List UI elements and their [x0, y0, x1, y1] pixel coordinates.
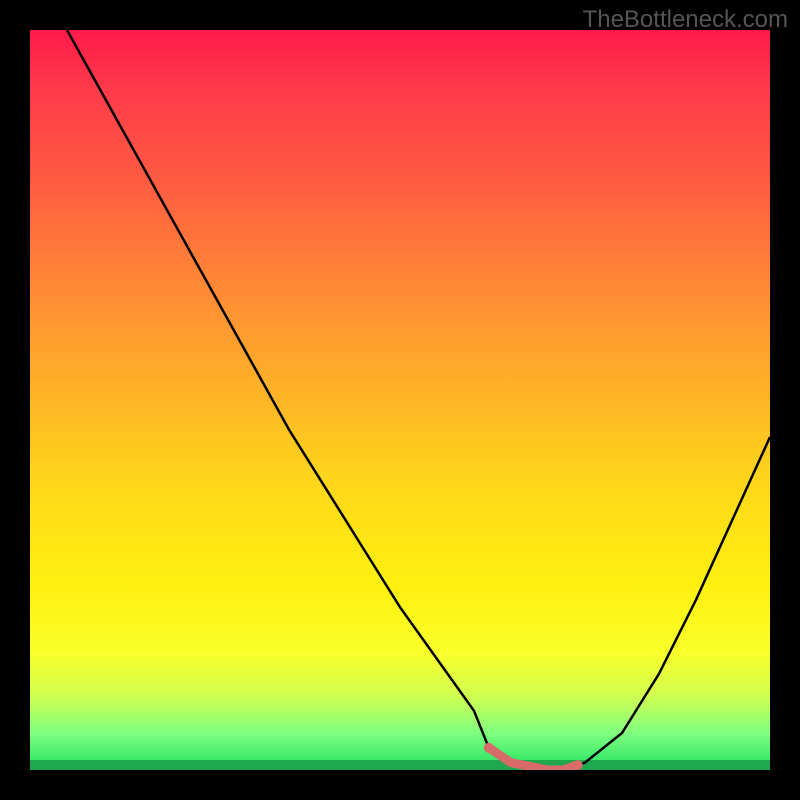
- bottleneck-curve-line: [67, 30, 770, 770]
- chart-plot-area: [30, 30, 770, 770]
- chart-svg: [30, 30, 770, 770]
- watermark-text: TheBottleneck.com: [583, 6, 788, 34]
- highlight-dot-right: [573, 760, 583, 770]
- highlight-dot-left: [484, 743, 494, 753]
- highlight-segment: [489, 748, 578, 770]
